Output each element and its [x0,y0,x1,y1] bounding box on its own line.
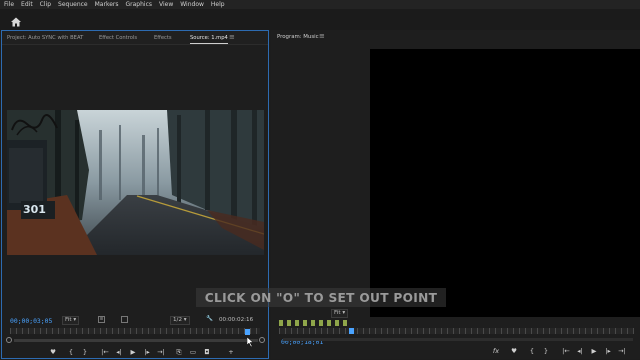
step-forward-icon[interactable]: |▸ [140,347,154,357]
program-step-forward-icon[interactable]: |▸ [601,346,615,356]
mark-out-icon[interactable]: } [78,347,92,357]
menu-help[interactable]: Help [211,0,225,9]
foggy-road-image [7,110,264,255]
program-time-ruler[interactable] [279,328,634,334]
wrench-icon[interactable]: 🔧 [206,316,213,322]
go-to-in-icon[interactable]: |← [98,347,112,357]
tab-project[interactable]: Project: Auto SYNC with BEAT [7,35,83,41]
program-marker-icon[interactable]: ♥ [507,346,521,356]
source-resolution-label: 1/2 [173,317,183,323]
menu-clip[interactable]: Clip [40,0,51,9]
fx-icon[interactable]: fx [489,346,503,356]
menu-file[interactable]: File [4,0,14,9]
source-fit-select[interactable]: Fit ▾ [62,316,80,325]
source-safe-margins-icon[interactable] [121,316,128,323]
program-marker-strip [279,320,349,326]
source-zoom-handle-right[interactable] [259,337,265,343]
play-icon[interactable]: ▶ [126,347,140,357]
source-panel: Project: Auto SYNC with BEAT Effect Cont… [1,30,269,359]
source-duration: 00:00:02:16 [219,317,254,323]
menu-window[interactable]: Window [180,0,204,9]
tab-source[interactable]: Source: 1.mp4 [190,35,228,44]
step-back-icon[interactable]: ◂| [112,347,126,357]
program-zoom-bar[interactable] [283,338,633,341]
source-fit-label: Fit [65,317,72,323]
source-transport: ♥ { } |← ◂| ▶ |▸ →| ⎘ ▭ ◘ + [46,347,238,357]
insert-icon[interactable]: ⎘ [172,347,186,357]
home-icon[interactable] [10,13,22,27]
program-video-frame [370,49,640,317]
program-playhead[interactable] [349,328,354,334]
program-transport: fx ♥ { } |← ◂| ▶ |▸ →| [489,346,629,356]
source-panel-tabs: Project: Auto SYNC with BEAT Effect Cont… [2,31,268,45]
program-mark-out-icon[interactable]: } [539,346,553,356]
marker-icon[interactable]: ♥ [46,347,60,357]
program-step-back-icon[interactable]: ◂| [573,346,587,356]
source-settings-icon[interactable]: ≡ [98,316,105,323]
menu-markers[interactable]: Markers [95,0,119,9]
program-menu-icon[interactable]: ≡ [319,32,325,40]
go-to-out-icon[interactable]: →| [154,347,168,357]
source-zoom-bar[interactable] [14,339,258,342]
source-resolution-select[interactable]: 1/2 ▾ [170,316,190,325]
workspace-header [0,9,640,30]
program-mark-in-icon[interactable]: { [525,346,539,356]
mouse-cursor-icon [246,332,255,348]
mailbox-number: 301 [23,203,46,216]
tab-effect-controls[interactable]: Effect Controls [99,35,137,41]
source-time-ruler[interactable] [10,328,260,334]
menu-view[interactable]: View [159,0,173,9]
menu-sequence[interactable]: Sequence [58,0,88,9]
overwrite-icon[interactable]: ▭ [186,347,200,357]
program-fit-select[interactable]: Fit ▾ [331,309,349,318]
menu-graphics[interactable]: Graphics [126,0,153,9]
program-go-to-out-icon[interactable]: →| [615,346,629,356]
program-title[interactable]: Program: Music [277,34,319,40]
add-button-icon[interactable]: + [224,347,238,357]
program-go-to-in-icon[interactable]: |← [559,346,573,356]
panel-menu-icon[interactable]: ≡ [229,33,235,41]
source-video-frame: 301 [7,110,264,255]
export-frame-icon[interactable]: ◘ [200,347,214,357]
menu-bar: File Edit Clip Sequence Markers Graphics… [0,0,640,9]
source-timecode[interactable]: 00;00;03;05 [10,317,52,325]
mark-in-icon[interactable]: { [64,347,78,357]
tab-effects[interactable]: Effects [154,35,172,41]
program-play-icon[interactable]: ▶ [587,346,601,356]
program-panel: Program: Music ≡ 00;00;18;01 Fit ▾ fx ♥ … [271,30,640,359]
source-zoom-handle-left[interactable] [6,337,12,343]
tutorial-caption: CLICK ON "O" TO SET OUT POINT [196,288,446,307]
program-fit-label: Fit [334,310,341,316]
menu-edit[interactable]: Edit [21,0,33,9]
